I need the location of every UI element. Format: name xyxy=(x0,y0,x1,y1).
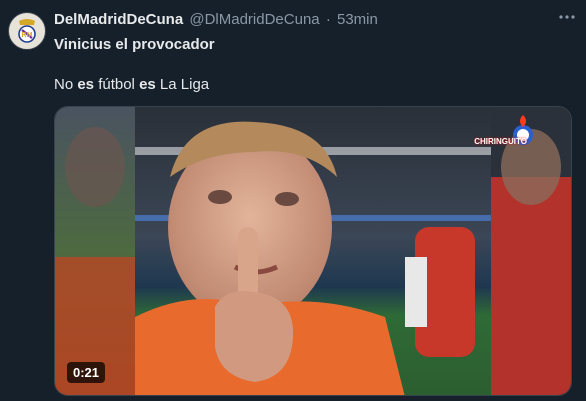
video-duration-badge: 0:21 xyxy=(67,362,106,383)
user-handle[interactable]: @DlMadridDeCuna xyxy=(189,11,319,28)
video-player[interactable]: CHIRINGUITO 0:21 xyxy=(54,106,572,396)
tweet-text-part: No xyxy=(54,76,78,93)
avatar[interactable]: RM xyxy=(8,12,46,50)
tweet-text-part: La Liga xyxy=(155,76,210,93)
tweet-header: DelMadridDeCuna @DlMadridDeCuna · 53min xyxy=(54,11,586,28)
video-frame-image xyxy=(55,107,571,395)
real-madrid-crest-icon: RM xyxy=(18,19,36,43)
separator-dot: · xyxy=(325,11,331,28)
tweet-text-bold: es xyxy=(139,76,156,93)
more-options-icon[interactable] xyxy=(558,8,576,31)
tweet-text-part: fútbol xyxy=(94,76,140,93)
more-dots-icon xyxy=(559,15,575,19)
tweet-text-bold: es xyxy=(77,76,95,93)
tweet-time[interactable]: 53min xyxy=(337,11,378,28)
tweet-text-line2: No es fútbol es La Liga xyxy=(54,76,209,93)
display-name[interactable]: DelMadridDeCuna xyxy=(54,11,183,28)
watermark-logo-text: CHIRINGUITO xyxy=(474,137,527,146)
tweet-text-line1: Vinicius el provocador xyxy=(54,36,215,53)
svg-text:RM: RM xyxy=(22,32,33,39)
